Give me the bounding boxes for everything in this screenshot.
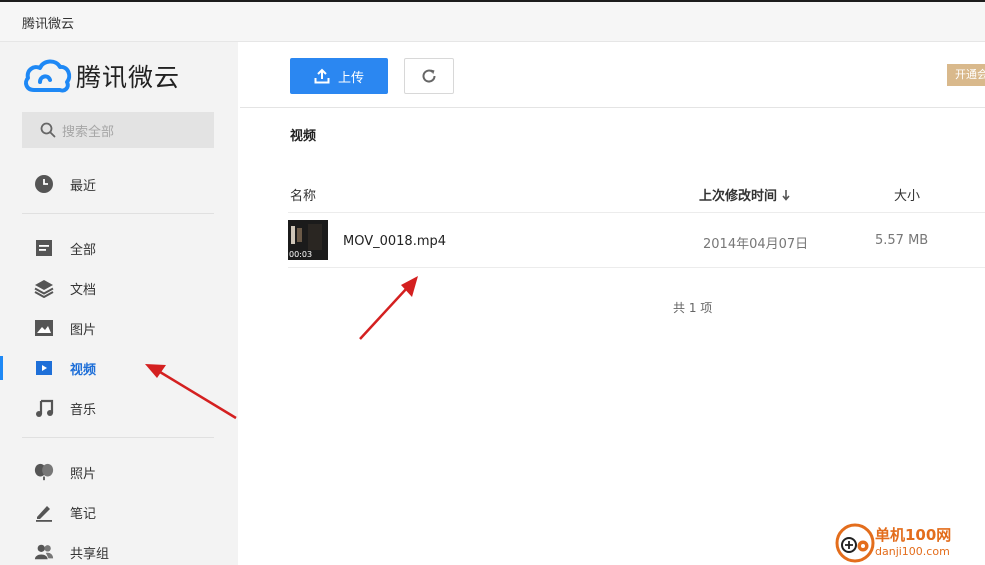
column-header-name[interactable]: 名称 (290, 185, 316, 204)
sidebar-item-shared-group[interactable]: 共享组 (0, 534, 238, 565)
sidebar-item-label: 文档 (70, 282, 97, 298)
watermark-url: danji100.com (875, 545, 950, 558)
sidebar-item-music[interactable]: 音乐 (0, 390, 238, 426)
search-input[interactable]: 搜索全部 (22, 112, 214, 148)
refresh-button[interactable] (404, 58, 454, 94)
column-header-size[interactable]: 大小 (894, 185, 920, 204)
file-modified: 2014年04月07日 (703, 237, 809, 252)
search-icon (40, 122, 56, 138)
sidebar-item-photos[interactable]: 照片 (0, 454, 238, 490)
sidebar-divider (22, 437, 214, 438)
search-placeholder: 搜索全部 (62, 124, 115, 140)
window-title: 腾讯微云 (22, 17, 75, 32)
item-count: 共 1 项 (673, 301, 713, 315)
sidebar-item-documents[interactable]: 文档 (0, 270, 238, 306)
sidebar-item-label: 照片 (70, 466, 97, 482)
column-header-label: 上次修改时间 (699, 189, 778, 204)
play-icon (34, 358, 54, 378)
layers-icon (34, 278, 54, 298)
sidebar-item-label: 音乐 (70, 402, 97, 418)
vip-button[interactable]: 开通会员 (947, 64, 985, 86)
file-size: 5.57 MB (875, 233, 929, 248)
sidebar-item-recent[interactable]: 最近 (0, 166, 238, 202)
watermark: 单机100网 danji100.com (833, 519, 985, 565)
folder-title: 视频 (290, 129, 317, 144)
people-icon (34, 542, 54, 562)
music-note-icon (34, 398, 54, 418)
upload-label: 上传 (337, 70, 364, 86)
sidebar-item-all[interactable]: 全部 (0, 230, 238, 266)
annotation-arrow-to-file (359, 276, 418, 340)
sidebar-item-label: 全部 (70, 242, 97, 258)
table-row[interactable]: 00:03 MOV_0018.mp4 2014年04月07日 5.57 MB (288, 213, 985, 268)
cloud-logo-icon (24, 59, 72, 93)
sidebar-item-videos[interactable]: 视频 (0, 350, 238, 386)
sidebar-item-label: 共享组 (70, 546, 110, 562)
window-titlebar: 腾讯微云 (0, 0, 985, 42)
sidebar-item-label: 图片 (70, 322, 97, 338)
upload-button[interactable]: 上传 (290, 58, 388, 94)
watermark-logo-icon (835, 523, 875, 563)
sidebar-item-images[interactable]: 图片 (0, 310, 238, 346)
sidebar-item-label: 视频 (70, 362, 97, 378)
video-duration: 00:03 (289, 250, 313, 259)
arrow-down-icon (782, 189, 790, 201)
upload-icon (314, 68, 330, 84)
app-logo[interactable]: 腾讯微云 (22, 56, 180, 96)
image-icon (34, 318, 54, 338)
photo-balloon-icon (34, 462, 54, 482)
logo-text: 腾讯微云 (76, 63, 181, 92)
pencil-icon (34, 502, 54, 522)
sidebar-divider (22, 213, 214, 214)
sidebar-item-label: 最近 (70, 178, 97, 194)
sidebar: 腾讯微云 搜索全部 最近 全部 文档 图片 视频 音乐 照片 笔记 共享组 (0, 42, 238, 565)
file-name[interactable]: MOV_0018.mp4 (343, 234, 446, 249)
video-thumbnail: 00:03 (288, 220, 328, 260)
column-header-modified[interactable]: 上次修改时间 (699, 185, 791, 204)
sidebar-item-notes[interactable]: 笔记 (0, 494, 238, 530)
sidebar-item-label: 笔记 (70, 506, 97, 522)
file-list-icon (34, 238, 54, 258)
refresh-icon (422, 69, 436, 83)
watermark-name: 单机100网 (875, 526, 952, 544)
toolbar: 上传 开通会员 (240, 42, 985, 108)
clock-icon (34, 174, 54, 194)
